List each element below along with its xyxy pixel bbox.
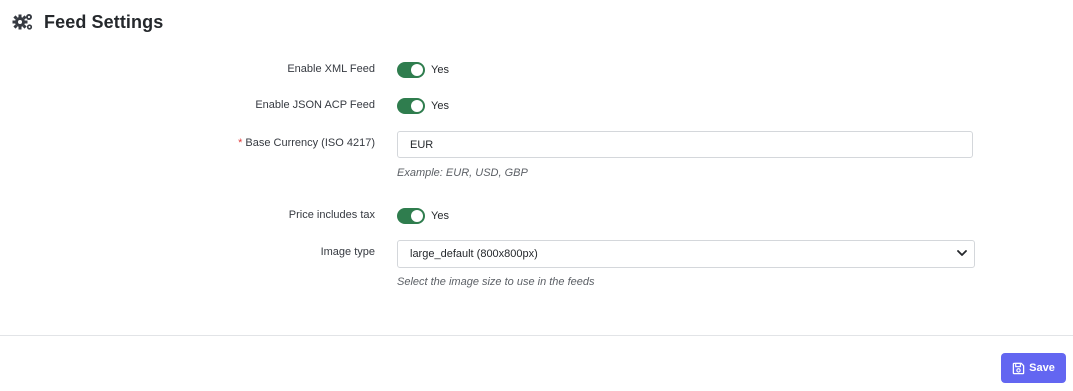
toggle-value: Yes xyxy=(431,64,449,76)
gears-icon xyxy=(12,11,34,33)
image-type-select[interactable]: large_default (800x800px) xyxy=(397,240,975,268)
chevron-down-icon xyxy=(956,247,968,262)
floppy-disk-icon xyxy=(1012,362,1025,374)
toggle-track[interactable] xyxy=(397,62,425,78)
required-mark: * xyxy=(238,137,243,149)
toggle-knob xyxy=(411,64,423,76)
price-tax-toggle[interactable]: Yes xyxy=(397,208,449,224)
json-feed-toggle[interactable]: Yes xyxy=(397,98,449,114)
json-feed-label: Enable JSON ACP Feed xyxy=(255,99,375,111)
toggle-value: Yes xyxy=(431,210,449,222)
toggle-value: Yes xyxy=(431,100,449,112)
toggle-knob xyxy=(411,210,423,222)
page-title: Feed Settings xyxy=(44,11,164,32)
footer-divider xyxy=(0,335,1073,336)
price-tax-label: Price includes tax xyxy=(288,209,375,221)
image-type-help: Select the image size to use in the feed… xyxy=(397,276,595,288)
panel-header: Feed Settings xyxy=(12,8,163,36)
save-button[interactable]: Save xyxy=(1001,353,1066,383)
image-type-label: Image type xyxy=(320,246,375,258)
xml-feed-toggle[interactable]: Yes xyxy=(397,62,449,78)
save-button-label: Save xyxy=(1029,362,1055,374)
toggle-track[interactable] xyxy=(397,98,425,114)
image-type-selected: large_default (800x800px) xyxy=(410,248,538,260)
toggle-knob xyxy=(411,100,423,112)
currency-label-text: Base Currency (ISO 4217) xyxy=(245,137,375,149)
toggle-track[interactable] xyxy=(397,208,425,224)
currency-label: * Base Currency (ISO 4217) xyxy=(238,137,375,149)
xml-feed-label: Enable XML Feed xyxy=(287,63,375,75)
currency-help: Example: EUR, USD, GBP xyxy=(397,167,528,179)
currency-input[interactable] xyxy=(397,131,973,158)
